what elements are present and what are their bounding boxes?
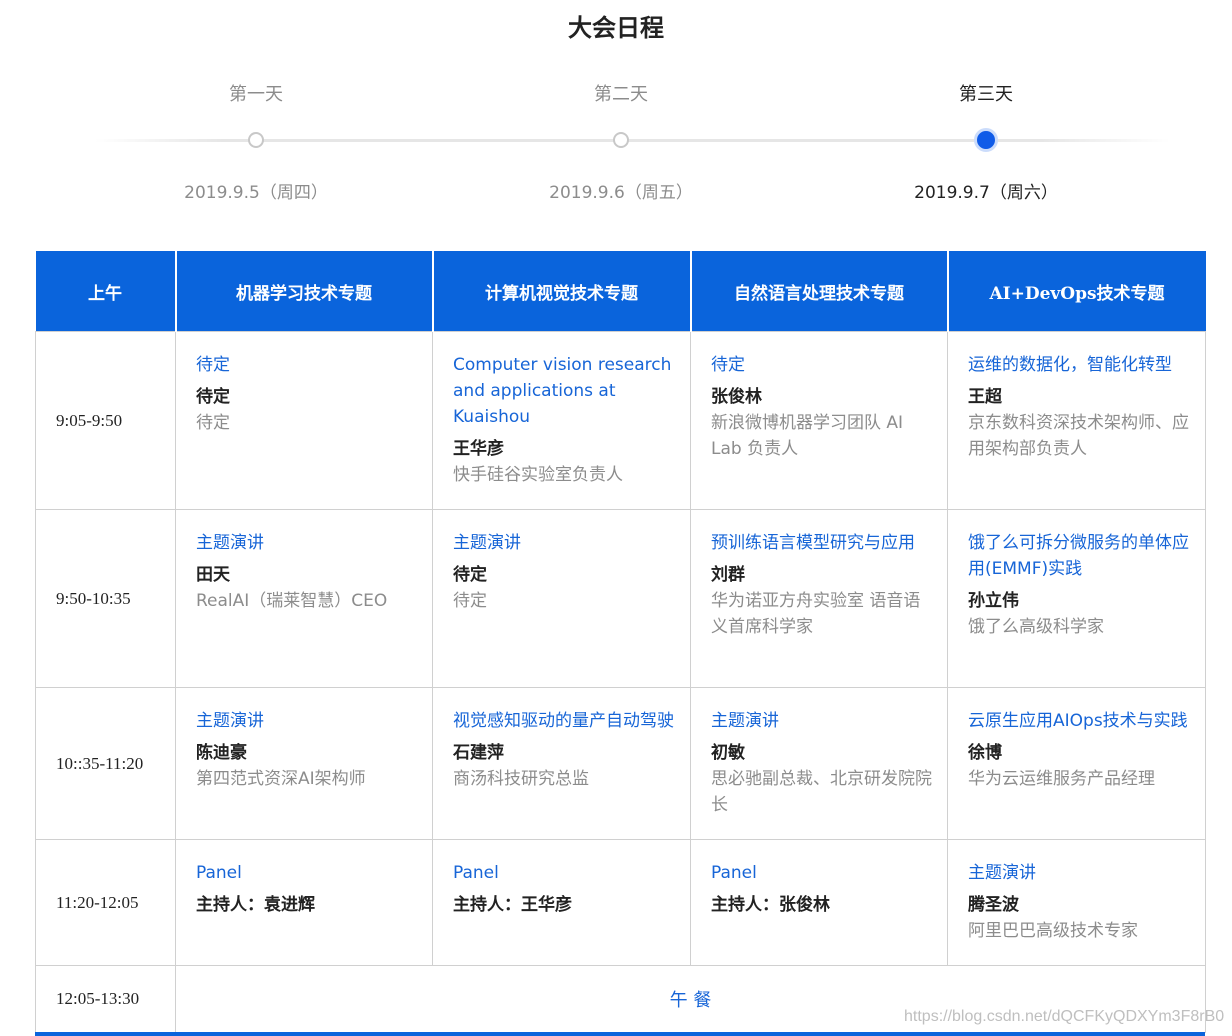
page-title: 大会日程 <box>568 14 664 42</box>
session-topic-link[interactable]: 主题演讲 <box>968 860 1191 886</box>
session-cell: 待定 张俊林 新浪微博机器学习团队 AI Lab 负责人 <box>690 331 948 510</box>
timeline-dot-active-icon <box>974 128 998 152</box>
time-slot: 9:50-10:35 <box>35 509 176 688</box>
day-tab-label: 第一天 <box>229 84 283 105</box>
session-cell: 主题演讲 初敏 思必驰副总裁、北京研发院院长 <box>690 687 948 840</box>
session-cell: 主题演讲 待定 待定 <box>432 509 691 688</box>
table-next-header-edge <box>35 1032 1205 1036</box>
time-slot: 10::35-11:20 <box>35 687 176 840</box>
speaker-name: 主持人：张俊林 <box>711 895 830 915</box>
session-cell: 预训练语言模型研究与应用 刘群 华为诺亚方舟实验室 语音语义首席科学家 <box>690 509 948 688</box>
session-topic-link[interactable]: 主题演讲 <box>196 530 418 556</box>
speaker-name: 田天 <box>196 565 230 585</box>
speaker-title: 华为诺亚方舟实验室 语音语义首席科学家 <box>711 591 921 637</box>
speaker-name: 孙立伟 <box>968 591 1019 611</box>
speaker-name: 主持人：王华彦 <box>453 895 572 915</box>
day-tab-label: 第三天 <box>959 84 1013 105</box>
day-tab-label: 第二天 <box>594 84 648 105</box>
table-row: 9:50-10:35 主题演讲 田天 RealAI（瑞莱智慧）CEO 主题演讲 … <box>35 509 1206 688</box>
session-cell: Panel 主持人：张俊林 <box>690 839 948 966</box>
header-cv-track: 计算机视觉技术专题 <box>431 251 691 332</box>
session-cell: Panel 主持人：袁进辉 <box>175 839 433 966</box>
session-cell: 待定 待定 待定 <box>175 331 433 510</box>
schedule-header-row: 上午 机器学习技术专题 计算机视觉技术专题 自然语言处理技术专题 AI+DevO… <box>35 251 1206 332</box>
session-topic-link[interactable]: 主题演讲 <box>453 530 676 556</box>
schedule-table: 上午 机器学习技术专题 计算机视觉技术专题 自然语言处理技术专题 AI+DevO… <box>35 251 1206 1033</box>
speaker-title: 待定 <box>453 591 487 611</box>
speaker-name: 刘群 <box>711 565 745 585</box>
session-topic-link[interactable]: Computer vision research and application… <box>453 352 676 430</box>
speaker-name: 初敏 <box>711 743 745 763</box>
session-cell: 主题演讲 田天 RealAI（瑞莱智慧）CEO <box>175 509 433 688</box>
speaker-name: 王华彦 <box>453 439 504 459</box>
speaker-name: 徐博 <box>968 743 1002 763</box>
speaker-title: 商汤科技研究总监 <box>453 769 589 789</box>
timeline-dot-icon <box>248 132 264 148</box>
table-row: 10::35-11:20 主题演讲 陈迪豪 第四范式资深AI架构师 视觉感知驱动… <box>35 687 1206 840</box>
speaker-title: 阿里巴巴高级技术专家 <box>968 921 1138 941</box>
timeline-dot-icon <box>613 132 629 148</box>
session-topic-link[interactable]: 主题演讲 <box>196 708 418 734</box>
session-topic-link[interactable]: 主题演讲 <box>711 708 933 734</box>
session-cell: Computer vision research and application… <box>432 331 691 510</box>
time-slot: 9:05-9:50 <box>35 331 176 510</box>
session-cell: 运维的数据化，智能化转型 王超 京东数科资深技术架构师、应用架构部负责人 <box>947 331 1206 510</box>
session-cell: 主题演讲 腾圣波 阿里巴巴高级技术专家 <box>947 839 1206 966</box>
session-cell: 主题演讲 陈迪豪 第四范式资深AI架构师 <box>175 687 433 840</box>
day-tab-3[interactable]: 第三天 2019.9.7（周六） <box>876 70 1096 210</box>
speaker-name: 王超 <box>968 387 1002 407</box>
lunch-label: 午 餐 <box>669 990 712 1011</box>
header-morning: 上午 <box>35 251 176 332</box>
session-cell: 视觉感知驱动的量产自动驾驶 石建萍 商汤科技研究总监 <box>432 687 691 840</box>
session-topic-link[interactable]: 云原生应用AIOps技术与实践 <box>968 708 1191 734</box>
session-topic-link[interactable]: Panel <box>711 860 933 886</box>
speaker-title: RealAI（瑞莱智慧）CEO <box>196 591 388 611</box>
header-aidevops-track: AI+DevOps技术专题 <box>946 251 1206 332</box>
speaker-name: 石建萍 <box>453 743 504 763</box>
session-topic-link[interactable]: Panel <box>196 860 418 886</box>
session-topic-link[interactable]: 运维的数据化，智能化转型 <box>968 352 1191 378</box>
time-slot: 12:05-13:30 <box>35 965 176 1033</box>
speaker-title: 京东数科资深技术架构师、应用架构部负责人 <box>968 413 1189 459</box>
speaker-title: 第四范式资深AI架构师 <box>196 769 366 789</box>
speaker-title: 思必驰副总裁、北京研发院院长 <box>711 769 932 815</box>
header-nlp-track: 自然语言处理技术专题 <box>689 251 948 332</box>
speaker-title: 快手硅谷实验室负责人 <box>453 465 623 485</box>
speaker-name: 待定 <box>196 387 230 407</box>
speaker-title: 饿了么高级科学家 <box>968 617 1104 637</box>
day-timeline: 第一天 2019.9.5（周四） 第二天 2019.9.6（周五） 第三天 20… <box>0 70 1232 210</box>
day-tab-date: 2019.9.7（周六） <box>914 183 1058 203</box>
table-row: 9:05-9:50 待定 待定 待定 Computer vision resea… <box>35 331 1206 510</box>
session-topic-link[interactable]: 饿了么可拆分微服务的单体应用(EMMF)实践 <box>968 530 1191 582</box>
speaker-title: 新浪微博机器学习团队 AI Lab 负责人 <box>711 413 904 459</box>
speaker-title: 华为云运维服务产品经理 <box>968 769 1155 789</box>
session-topic-link[interactable]: 视觉感知驱动的量产自动驾驶 <box>453 708 676 734</box>
day-tab-date: 2019.9.5（周四） <box>184 183 328 203</box>
session-topic-link[interactable]: Panel <box>453 860 676 886</box>
session-topic-link[interactable]: 预训练语言模型研究与应用 <box>711 530 933 556</box>
session-cell: 云原生应用AIOps技术与实践 徐博 华为云运维服务产品经理 <box>947 687 1206 840</box>
time-slot: 11:20-12:05 <box>35 839 176 966</box>
table-row: 11:20-12:05 Panel 主持人：袁进辉 Panel 主持人：王华彦 … <box>35 839 1206 966</box>
speaker-name: 待定 <box>453 565 487 585</box>
day-tab-2[interactable]: 第二天 2019.9.6（周五） <box>511 70 731 210</box>
speaker-name: 陈迪豪 <box>196 743 247 763</box>
speaker-name: 主持人：袁进辉 <box>196 895 315 915</box>
session-cell: Panel 主持人：王华彦 <box>432 839 691 966</box>
session-cell: 饿了么可拆分微服务的单体应用(EMMF)实践 孙立伟 饿了么高级科学家 <box>947 509 1206 688</box>
speaker-name: 张俊林 <box>711 387 762 407</box>
speaker-title: 待定 <box>196 413 230 433</box>
speaker-name: 腾圣波 <box>968 895 1019 915</box>
day-tab-date: 2019.9.6（周五） <box>549 183 693 203</box>
day-tab-1[interactable]: 第一天 2019.9.5（周四） <box>146 70 366 210</box>
session-topic-link[interactable]: 待定 <box>711 352 933 378</box>
watermark: https://blog.csdn.net/dQCFKyQDXYm3F8rB0 <box>904 1008 1225 1025</box>
header-ml-track: 机器学习技术专题 <box>174 251 433 332</box>
session-topic-link[interactable]: 待定 <box>196 352 418 378</box>
